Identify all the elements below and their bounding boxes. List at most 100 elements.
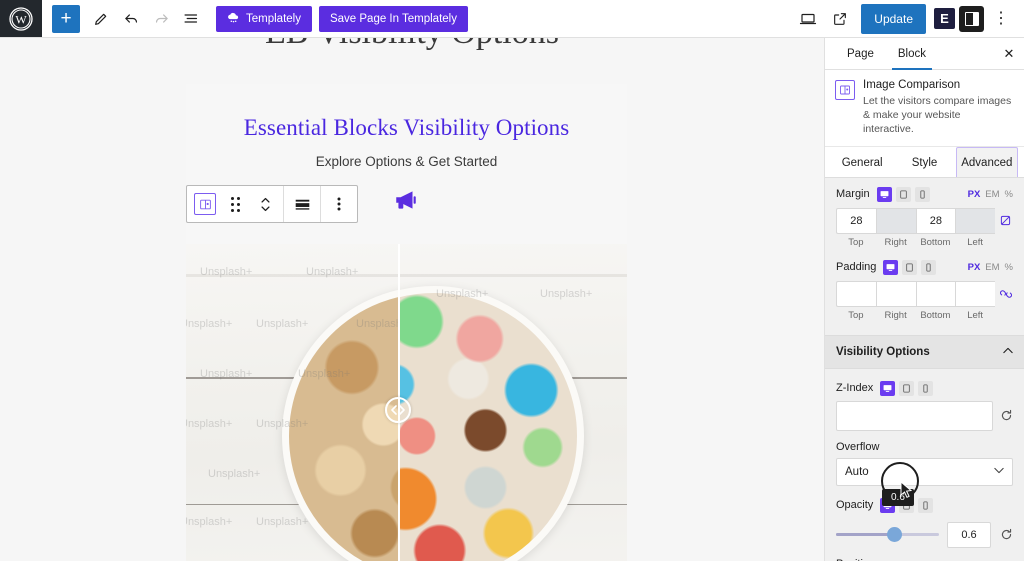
overflow-select[interactable]: Auto <box>836 457 1013 486</box>
eb-badge-label: E <box>934 8 955 29</box>
unit-percent[interactable]: % <box>1005 189 1013 200</box>
redo-icon[interactable] <box>146 4 176 34</box>
view-page-external-icon[interactable] <box>825 4 855 34</box>
cut-off-heading: EB Visibility Options <box>0 38 824 52</box>
margin-right-input[interactable] <box>875 207 916 234</box>
reset-icon[interactable] <box>999 528 1013 542</box>
padding-top-input[interactable] <box>836 280 876 307</box>
page-subtitle: Explore Options & Get Started <box>315 154 498 169</box>
essential-blocks-badge-icon[interactable]: E <box>932 6 957 31</box>
unit-percent[interactable]: % <box>1005 262 1013 273</box>
megaphone-icon[interactable] <box>393 187 419 218</box>
unit-em[interactable]: EM <box>985 189 999 200</box>
editor-canvas[interactable]: EB Visibility Options Essential Blocks V… <box>0 38 824 561</box>
opacity-slider[interactable] <box>836 527 939 543</box>
margin-left-input[interactable] <box>955 207 995 234</box>
margin-control: Margin PX EM % 28 28 Top Right Bottom Le… <box>825 178 1024 252</box>
margin-units: PX EM % <box>968 189 1013 200</box>
device-preview-icon[interactable] <box>793 4 823 34</box>
align-icon[interactable] <box>287 186 317 222</box>
comparison-left-image: Unsplash+ Unsplash+ Unsplash+ Unsplash+ … <box>186 244 398 561</box>
unit-em[interactable]: EM <box>985 262 999 273</box>
desktop-icon[interactable] <box>880 380 896 396</box>
overflow-label: Overflow <box>836 440 880 453</box>
desktop-icon[interactable] <box>876 186 892 202</box>
z-index-input[interactable] <box>836 400 993 431</box>
sidebar-scroll-area[interactable]: Margin PX EM % 28 28 Top Right Bottom Le… <box>825 177 1024 561</box>
save-page-in-templately-button[interactable]: Save Page In Templately <box>318 5 468 32</box>
tablet-icon[interactable] <box>899 380 915 396</box>
templately-button-label: Templately <box>246 12 301 25</box>
tablet-icon[interactable] <box>895 186 911 202</box>
svg-text:W: W <box>15 12 27 26</box>
padding-left-input[interactable] <box>955 280 995 307</box>
move-up-down-icon[interactable] <box>250 186 280 222</box>
list-view-icon[interactable] <box>176 4 206 34</box>
tablet-icon[interactable] <box>902 259 918 275</box>
templately-group: Templately Save Page In Templately <box>216 5 468 32</box>
visibility-options-section-header[interactable]: Visibility Options <box>825 334 1024 369</box>
comparison-right-image: Unsplash+ Unsplash+ <box>398 244 627 561</box>
unit-px[interactable]: PX <box>968 189 981 200</box>
margin-label: Margin <box>836 188 870 201</box>
edit-pencil-icon[interactable] <box>86 4 116 34</box>
toolbar-right-group: Update E ⋮ <box>793 0 1024 37</box>
visibility-options-title: Visibility Options <box>836 345 930 358</box>
padding-right-input[interactable] <box>875 280 916 307</box>
unit-px[interactable]: PX <box>968 262 981 273</box>
chevron-down-icon <box>994 466 1004 477</box>
padding-control: Padding PX EM % Top Right Bottom Left <box>825 252 1024 325</box>
update-button[interactable]: Update <box>861 3 926 34</box>
padding-units: PX EM % <box>968 262 1013 273</box>
padding-bottom-input[interactable] <box>915 280 956 307</box>
more-options-icon[interactable]: ⋮ <box>986 4 1016 34</box>
mobile-icon[interactable] <box>918 380 934 396</box>
watermark: Unsplash+ <box>256 318 309 330</box>
unlink-icon[interactable] <box>995 208 1013 234</box>
wordpress-block-editor: W + Templately Save Page In Templately U… <box>0 0 1024 561</box>
image-comparison-block[interactable]: Unsplash+ Unsplash+ Unsplash+ Unsplash+ … <box>186 244 627 561</box>
tab-page[interactable]: Page <box>835 38 886 69</box>
opacity-value-tooltip: 0.6 <box>882 489 914 506</box>
settings-sidebar: Page Block ✕ Image Comparison Let the vi… <box>824 38 1024 561</box>
mobile-icon[interactable] <box>921 259 937 275</box>
more-options-label: ⋮ <box>993 9 1009 27</box>
watermark: Unsplash+ <box>186 318 233 330</box>
compare-slider-handle-icon[interactable] <box>385 397 411 423</box>
watermark: Unsplash+ <box>186 516 233 528</box>
undo-icon[interactable] <box>116 4 146 34</box>
editor-body: EB Visibility Options Essential Blocks V… <box>0 38 1024 561</box>
margin-side-right-label: Right <box>884 236 907 248</box>
image-comparison-block-icon[interactable] <box>190 186 220 222</box>
margin-bottom-input[interactable]: 28 <box>915 207 956 234</box>
drag-handle-icon[interactable] <box>220 186 250 222</box>
opacity-slider-thumb[interactable] <box>887 527 903 543</box>
templately-button[interactable]: Templately <box>216 5 312 32</box>
overflow-value: Auto <box>845 465 869 478</box>
margin-side-bottom-label: Bottom <box>920 236 951 248</box>
opacity-value-input[interactable]: 0.6 <box>947 521 991 548</box>
tab-advanced[interactable]: Advanced <box>955 146 1018 177</box>
watermark: Unsplash+ <box>540 288 593 300</box>
padding-side-left-label: Left <box>967 309 984 321</box>
position-label: Position <box>836 558 1013 561</box>
tab-block[interactable]: Block <box>886 38 938 70</box>
close-sidebar-icon[interactable]: ✕ <box>994 38 1024 69</box>
block-info-card: Image Comparison Let the visitors compar… <box>825 70 1024 147</box>
add-block-button[interactable]: + <box>52 4 80 33</box>
block-more-options-icon[interactable] <box>324 186 354 222</box>
reset-icon[interactable] <box>999 409 1013 423</box>
mobile-icon[interactable] <box>914 186 930 202</box>
mobile-icon[interactable] <box>918 497 934 513</box>
block-description: Let the visitors compare images & make y… <box>863 95 1012 136</box>
settings-sidebar-toggle-icon[interactable] <box>959 5 984 32</box>
opacity-label: Opacity <box>836 499 874 512</box>
block-name: Image Comparison <box>863 79 961 91</box>
tab-general[interactable]: General <box>831 147 893 177</box>
wordpress-logo-icon[interactable]: W <box>0 0 42 37</box>
link-icon[interactable] <box>995 281 1013 307</box>
desktop-icon[interactable] <box>883 259 899 275</box>
margin-top-input[interactable]: 28 <box>836 207 876 234</box>
tab-style[interactable]: Style <box>893 147 955 177</box>
padding-side-top-label: Top <box>848 309 864 321</box>
